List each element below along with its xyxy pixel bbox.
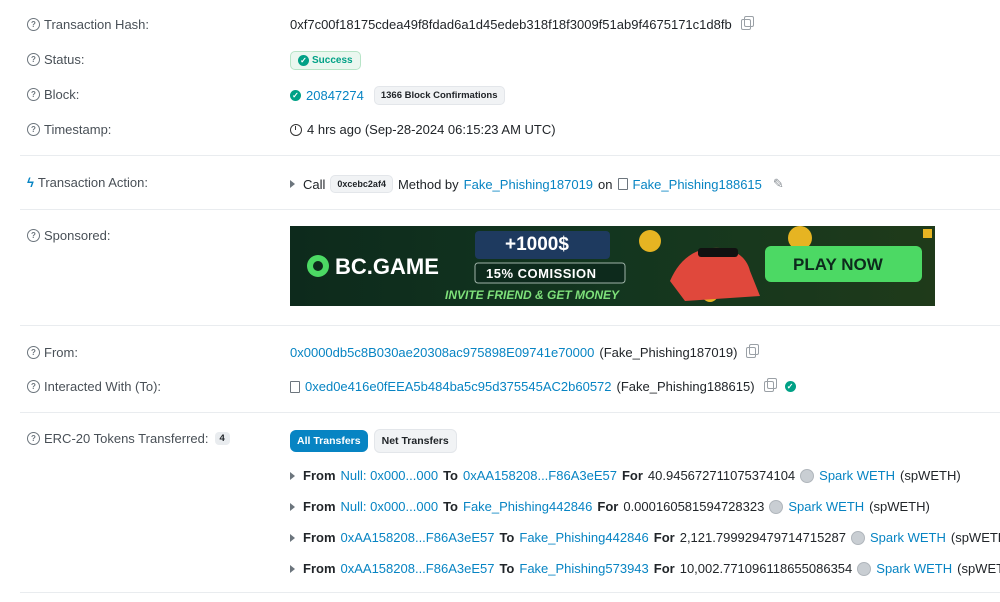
transfer-amount: 2,121.799929479714715287 xyxy=(679,530,847,545)
token-icon xyxy=(769,499,784,514)
divider xyxy=(20,209,1000,210)
token-icon xyxy=(800,468,815,483)
tx-hash-value: 0xf7c00f18175cdea49f8fdad6a1d45edeb318f1… xyxy=(290,16,754,32)
status-label: ? Status: xyxy=(27,52,84,67)
transfer-from-link[interactable]: 0xAA158208...F86A3eE57 xyxy=(341,561,495,576)
to-label: ? Interacted With (To): xyxy=(27,379,161,394)
help-icon[interactable]: ? xyxy=(27,53,40,66)
check-circle-icon: ✓ xyxy=(290,90,301,101)
transfer-count-badge: 4 xyxy=(214,432,230,445)
transfer-row: From Null: 0x000...000 To Fake_Phishing4… xyxy=(290,499,930,514)
transfer-to-link[interactable]: 0xAA158208...F86A3eE57 xyxy=(463,468,617,483)
transfer-amount: 0.000160581594728323 xyxy=(623,499,765,514)
copy-icon[interactable] xyxy=(740,16,754,30)
coin-icon xyxy=(639,230,661,252)
transfer-row: From Null: 0x000...000 To 0xAA158208...F… xyxy=(290,468,961,483)
status-badge: ✓ Success xyxy=(290,51,361,70)
copy-icon[interactable] xyxy=(763,378,777,392)
token-icon xyxy=(851,530,866,545)
verified-icon: ✓ xyxy=(784,381,796,392)
tx-hash-label: ? Transaction Hash: xyxy=(27,17,149,32)
to-address-link[interactable]: 0xed0e416e0fEEA5b484ba5c95d375545AC2b605… xyxy=(305,379,612,394)
tx-action-value: Call 0xcebc2af4 Method by Fake_Phishing1… xyxy=(290,175,784,193)
from-address-link[interactable]: 0x0000db5c8B030ae20308ac975898E09741e700… xyxy=(290,345,594,360)
transfer-from-link[interactable]: 0xAA158208...F86A3eE57 xyxy=(341,530,495,545)
caret-right-icon[interactable] xyxy=(290,533,295,542)
block-number-link[interactable]: 20847274 xyxy=(306,88,364,103)
block-value: ✓ 20847274 1366 Block Confirmations xyxy=(290,86,505,105)
timestamp-label: ? Timestamp: xyxy=(27,122,111,137)
banner-amount: +1000$ xyxy=(505,234,569,255)
help-icon[interactable]: ? xyxy=(27,18,40,31)
transaction-details: ? Transaction Hash: 0xf7c00f18175cdea49f… xyxy=(0,0,1000,602)
transfer-to-link[interactable]: Fake_Phishing573943 xyxy=(519,561,648,576)
transfer-amount: 10,002.771096118655086354 xyxy=(679,561,853,576)
divider xyxy=(20,592,1000,593)
token-link[interactable]: Spark WETH xyxy=(876,561,952,576)
transfer-to-link[interactable]: Fake_Phishing442846 xyxy=(519,530,648,545)
transfer-amount: 40.945672711075374104 xyxy=(647,468,796,483)
block-label: ? Block: xyxy=(27,87,79,102)
from-label: ? From: xyxy=(27,345,78,360)
caret-right-icon[interactable] xyxy=(290,502,295,511)
help-icon[interactable]: ? xyxy=(27,229,40,242)
check-icon: ✓ xyxy=(298,55,309,66)
token-icon xyxy=(857,561,872,576)
from-value: 0x0000db5c8B030ae20308ac975898E09741e700… xyxy=(290,344,760,360)
divider xyxy=(20,155,1000,156)
help-icon[interactable]: ? xyxy=(27,88,40,101)
caret-right-icon[interactable] xyxy=(290,564,295,573)
contract-icon xyxy=(617,178,628,190)
tx-action-label: ϟ Transaction Action: xyxy=(27,175,148,190)
clock-icon xyxy=(290,123,302,136)
lightning-icon: ϟ xyxy=(27,175,34,190)
token-link[interactable]: Spark WETH xyxy=(788,499,864,514)
tx-hash-text: 0xf7c00f18175cdea49f8fdad6a1d45edeb318f1… xyxy=(290,17,732,32)
token-link[interactable]: Spark WETH xyxy=(870,530,946,545)
help-icon[interactable]: ? xyxy=(27,123,40,136)
transfer-row: From 0xAA158208...F86A3eE57 To Fake_Phis… xyxy=(290,530,1000,545)
caller-link[interactable]: Fake_Phishing187019 xyxy=(464,177,593,192)
banner-cta-button[interactable]: PLAY NOW xyxy=(793,255,883,275)
token-link[interactable]: Spark WETH xyxy=(819,468,895,483)
divider xyxy=(20,325,1000,326)
tab-all-transfers[interactable]: All Transfers xyxy=(290,430,368,452)
contract-icon xyxy=(290,380,300,393)
erc20-label: ? ERC-20 Tokens Transferred: 4 xyxy=(27,431,230,446)
transfer-from-link[interactable]: Null: 0x000...000 xyxy=(341,468,439,483)
transfer-from-link[interactable]: Null: 0x000...000 xyxy=(341,499,439,514)
to-value: 0xed0e416e0fEEA5b484ba5c95d375545AC2b605… xyxy=(290,378,796,394)
sponsored-label: ? Sponsored: xyxy=(27,228,111,243)
copy-icon[interactable] xyxy=(746,344,760,358)
help-icon[interactable]: ? xyxy=(27,380,40,393)
banner-tagline: INVITE FRIEND & GET MONEY xyxy=(445,288,620,302)
help-icon[interactable]: ? xyxy=(27,346,40,359)
sponsored-banner[interactable]: BC.GAME +1000$ 15% COMISSION INVITE FRIE… xyxy=(290,226,935,306)
edit-icon[interactable]: ✎ xyxy=(773,176,784,192)
method-id-badge: 0xcebc2af4 xyxy=(330,175,393,193)
transfer-row: From 0xAA158208...F86A3eE57 To Fake_Phis… xyxy=(290,561,1000,576)
help-icon[interactable]: ? xyxy=(27,432,40,445)
status-value: ✓ Success xyxy=(290,51,361,70)
timestamp-value: 4 hrs ago (Sep-28-2024 06:15:23 AM UTC) xyxy=(290,122,556,137)
divider xyxy=(20,412,1000,413)
caret-right-icon[interactable] xyxy=(290,471,295,480)
tab-net-transfers[interactable]: Net Transfers xyxy=(373,429,457,453)
target-contract-link[interactable]: Fake_Phishing188615 xyxy=(633,177,762,192)
confirmations-badge: 1366 Block Confirmations xyxy=(373,86,505,105)
transfer-tabs: All Transfers Net Transfers xyxy=(290,429,457,453)
banner-brand: BC.GAME xyxy=(335,254,439,279)
caret-right-icon xyxy=(290,180,295,188)
transfer-to-link[interactable]: Fake_Phishing442846 xyxy=(463,499,592,514)
banner-commission: 15% COMISSION xyxy=(486,266,597,281)
